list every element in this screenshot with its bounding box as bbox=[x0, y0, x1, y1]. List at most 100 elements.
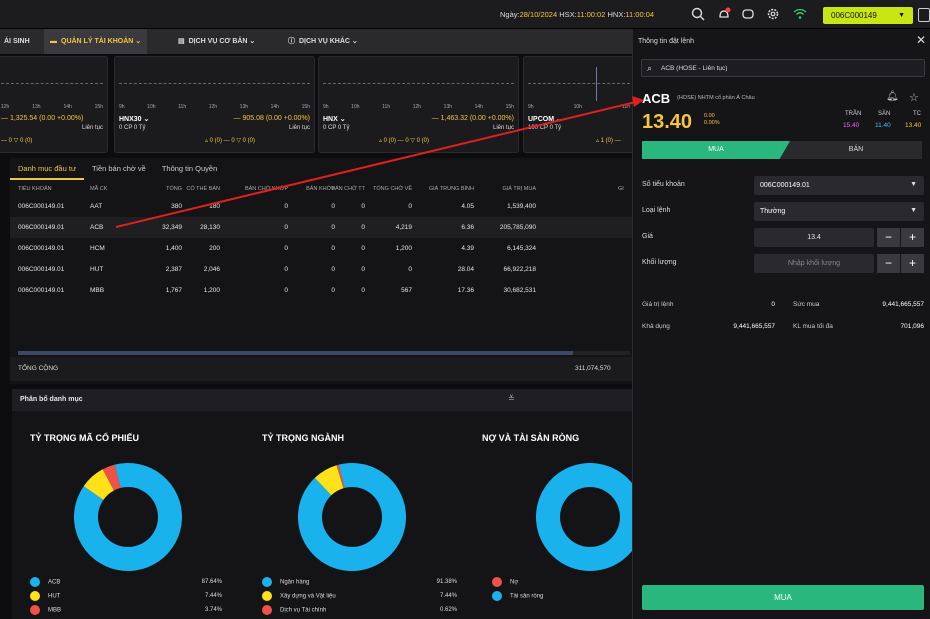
column-header: CÓ THỂ BÁN bbox=[186, 186, 220, 192]
table-row[interactable]: 006C000149.01 ACB 32,349 28,130 0 0 0 4,219 6.36… bbox=[10, 217, 632, 238]
nav-item-basic-services[interactable]: ▤ DỊCH VỤ CƠ BẢN ⌄ bbox=[178, 29, 255, 54]
alert-bell-icon[interactable]: 🔔︎ bbox=[886, 91, 899, 102]
index-card-hnx[interactable]: 9h 10h 11h 12h 13h 14h 15h HNX ⌄ — 1,463.32 (0… bbox=[318, 56, 519, 153]
table-cell: 4.05 bbox=[461, 203, 474, 210]
grid-icon: ▤ bbox=[178, 38, 185, 45]
quantity-input[interactable]: Nhập khối lượng bbox=[754, 254, 874, 273]
table-cell: 567 bbox=[401, 287, 412, 294]
quantity-increase-button[interactable]: + bbox=[901, 254, 924, 273]
top-bar: Ngày:28/10/2024 HSX:11:00:02 HNX:11:00:0… bbox=[0, 0, 930, 29]
order-panel-title: Thông tin đặt lệnh bbox=[638, 38, 695, 45]
table-cell: 006C000149.01 bbox=[18, 266, 65, 273]
index-breadth: ▵ 0 (0) — 0 ▽ 0 (0) bbox=[379, 138, 429, 144]
hour-tick: 11h bbox=[178, 104, 187, 110]
nav-item-account-management[interactable]: ▬ QUẢN LÝ TÀI KHOẢN ⌄ bbox=[44, 29, 148, 54]
legend-dot bbox=[262, 591, 272, 601]
floor-label: SÀN bbox=[878, 111, 891, 117]
favorite-star-icon[interactable]: ☆ bbox=[909, 91, 919, 104]
index-name: UPCOM ⌄ bbox=[528, 116, 562, 123]
hour-tick: 15h bbox=[301, 104, 310, 110]
legend-item[interactable]: Xây dựng và Vật liệu bbox=[262, 591, 336, 602]
chat-icon[interactable] bbox=[740, 6, 756, 22]
legend-dot bbox=[262, 577, 272, 587]
max-quantity-label: KL mua tối đa bbox=[793, 323, 833, 330]
index-card-upcom[interactable]: 9h 10h 11h UPCOM ⌄ 100 CP 0 Tỷ ▵ 1 (0) — bbox=[523, 56, 635, 153]
order-value-label: Giá trị lệnh bbox=[642, 301, 674, 308]
table-row[interactable]: 006C000149.01 HCM 1,400 200 0 0 0 1,200 4.39 6,14… bbox=[10, 238, 632, 259]
price-increase-button[interactable]: + bbox=[901, 228, 924, 247]
index-card-vnindex[interactable]: 12h 13h 14h 15h — 1,325.54 (0.00 +0.00%) Li… bbox=[0, 56, 108, 153]
ceiling-label: TRẦN bbox=[845, 111, 862, 117]
index-cards: 12h 13h 14h 15h — 1,325.54 (0.00 +0.00%) Li… bbox=[0, 56, 635, 153]
table-cell: 200 bbox=[209, 245, 220, 252]
wifi-icon bbox=[792, 6, 808, 22]
dropdown-arrow-icon: ▼ bbox=[910, 207, 917, 214]
close-icon[interactable]: ✕ bbox=[916, 33, 926, 47]
ref-label: TC bbox=[913, 111, 921, 117]
total-label: TỔNG CỘNG bbox=[18, 365, 59, 372]
order-type-select[interactable]: Thường ▼ bbox=[754, 202, 924, 221]
legend-item[interactable]: MBB bbox=[30, 605, 61, 616]
price-decrease-button[interactable]: − bbox=[877, 228, 900, 247]
table-cell: 205,785,090 bbox=[499, 224, 536, 231]
tab-sell[interactable]: BÁN bbox=[790, 141, 922, 159]
tab-buy[interactable]: MUA bbox=[642, 141, 790, 159]
net-asset-slice[interactable] bbox=[535, 463, 644, 571]
nav-item-other-services[interactable]: ⓘ DỊCH VỤ KHÁC ⌄ bbox=[288, 29, 358, 54]
legend-percent: 91.38% bbox=[436, 579, 457, 585]
table-row[interactable]: 006C000149.01 AAT 380 180 0 0 0 0 4.05 1,539,400 bbox=[10, 196, 632, 217]
price-input[interactable]: 13.4 bbox=[754, 228, 874, 247]
tab-portfolio[interactable]: Danh mục đầu tư bbox=[10, 158, 84, 180]
table-row[interactable]: 006C000149.01 MBB 1,767 1,200 0 0 0 567 17.36 30,… bbox=[10, 280, 632, 301]
symbol-description: (HOSE) NHTM cổ phần Á Châu bbox=[677, 95, 755, 101]
external-link-icon[interactable] bbox=[918, 8, 930, 22]
legend-percent: 7.44% bbox=[204, 593, 222, 599]
hour-tick: 13h bbox=[239, 104, 249, 110]
buying-power-label: Sức mua bbox=[793, 301, 820, 308]
legend-item[interactable]: ACB bbox=[30, 577, 60, 588]
allocation-header[interactable]: Phân bổ danh mục ≚ bbox=[12, 389, 632, 411]
index-name: HNX ⌄ bbox=[323, 116, 346, 123]
nav-item-ai-sinh[interactable]: ÁI SINH bbox=[4, 29, 30, 54]
table-cell: MBB bbox=[90, 287, 105, 294]
settings-icon[interactable] bbox=[765, 6, 781, 22]
column-header: GIÁ TRUNG BÌNH bbox=[428, 186, 474, 192]
index-state: Liên tục bbox=[492, 125, 514, 131]
table-cell: 28,130 bbox=[200, 224, 220, 231]
sector-slice[interactable] bbox=[298, 463, 406, 571]
chart-hours: 9h 10h 11h bbox=[528, 104, 630, 110]
index-breadth: — 0 ▽ 0 (0) bbox=[1, 138, 33, 144]
index-name: HNX30 ⌄ bbox=[119, 116, 150, 123]
account-select[interactable]: 006C000149.01 ▼ bbox=[754, 176, 924, 195]
horizontal-scrollbar[interactable] bbox=[18, 351, 630, 355]
symbol-search-input[interactable]: ⌕ ACB (HOSE - Liên tục) bbox=[641, 59, 925, 77]
tab-rights-info[interactable]: Thông tin Quyền bbox=[154, 158, 225, 180]
table-cell: HCM bbox=[90, 245, 105, 252]
legend-label: Nợ bbox=[510, 579, 519, 586]
total-value: 311,074,570 bbox=[575, 365, 611, 372]
legend-label: MBB bbox=[48, 607, 62, 614]
table-row[interactable]: 006C000149.01 HUT 2,387 2,046 0 0 0 0 28.04 66,92… bbox=[10, 259, 632, 280]
legend-item[interactable]: Ngân hàng bbox=[262, 577, 309, 588]
main-nav: ÁI SINH ▬ QUẢN LÝ TÀI KHOẢN ⌄ ▤ DỊCH VỤ CƠ… bbox=[0, 29, 632, 54]
quantity-decrease-button[interactable]: − bbox=[877, 254, 900, 273]
net-asset-donut bbox=[535, 463, 644, 571]
search-icon[interactable] bbox=[690, 6, 706, 22]
legend-item[interactable]: Tài sản ròng bbox=[492, 591, 543, 602]
chevron-collapse-icon[interactable]: ≚ bbox=[508, 394, 515, 403]
table-cell: 6,145,324 bbox=[507, 245, 536, 252]
notification-icon[interactable] bbox=[716, 6, 732, 22]
legend-label: Tài sản ròng bbox=[510, 593, 544, 600]
legend-item[interactable]: Dịch vụ Tài chính bbox=[262, 605, 326, 616]
table-cell: 2,046 bbox=[203, 266, 220, 273]
portfolio-table: TIỂU KHOẢN MÃ CK TỔNG CÓ THỂ BÁN BÁN CHỜ KHỚ… bbox=[10, 182, 632, 301]
account-selector[interactable]: 006C000149 ▼ bbox=[823, 7, 913, 24]
search-icon: ⌕ bbox=[647, 63, 653, 73]
legend-item[interactable]: HUT bbox=[30, 591, 60, 602]
portfolio-tabs: Danh mục đầu tư Tiền bán chờ về Thông ti… bbox=[10, 158, 225, 180]
index-card-hnx30[interactable]: 9h 10h 11h 12h 13h 14h 15h HNX30 ⌄ — 905.08 (0… bbox=[114, 56, 315, 153]
legend-item[interactable]: Nợ bbox=[492, 577, 518, 588]
hour-tick: 9h bbox=[323, 104, 329, 110]
tab-pending-cash[interactable]: Tiền bán chờ về bbox=[84, 158, 154, 180]
submit-buy-button[interactable]: MUA bbox=[642, 585, 924, 610]
